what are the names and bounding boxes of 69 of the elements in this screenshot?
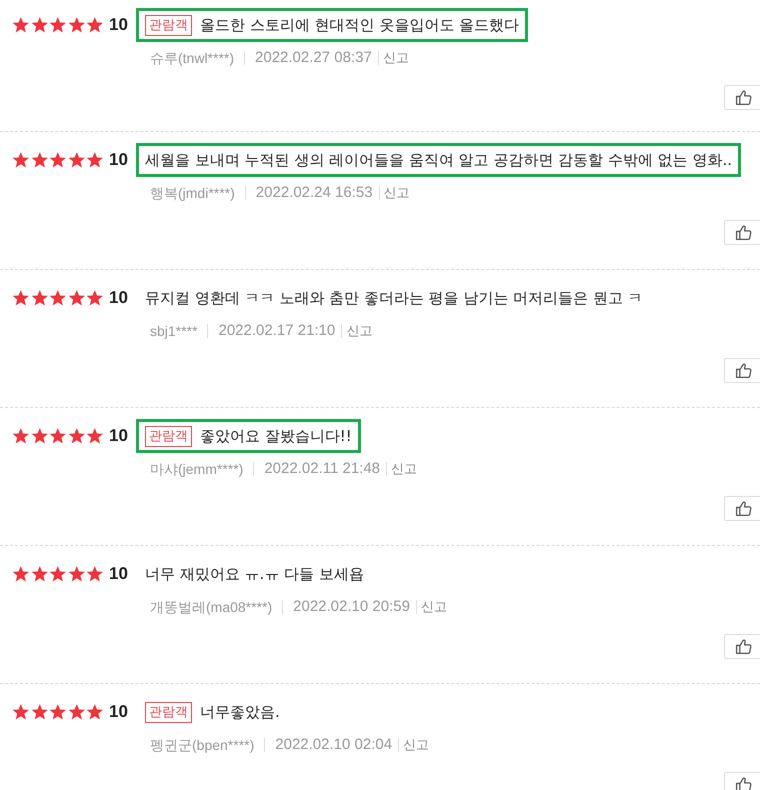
review-date: 2022.02.17 21:10 [208, 324, 342, 338]
thumbs-up-icon [735, 89, 752, 106]
star-icon [30, 151, 48, 169]
star-icon [86, 151, 104, 169]
thumbs-up-icon [735, 224, 752, 241]
score: 10 [109, 426, 129, 446]
star-icon [49, 565, 67, 583]
review-text: 올드한 스토리에 현대적인 옷을입어도 올드했다 [200, 15, 520, 36]
user-name: 마샤(jemm****) [150, 462, 254, 476]
star-icon [68, 151, 86, 169]
star-icon [12, 16, 30, 34]
review-date: 2022.02.10 20:59 [283, 600, 417, 614]
star-icon [49, 703, 67, 721]
star-icon [86, 289, 104, 307]
thumbs-up-icon [735, 362, 752, 379]
star-icon [30, 565, 48, 583]
star-icon [12, 565, 30, 583]
report-link[interactable]: 신고 [378, 49, 409, 67]
star-icon [68, 703, 86, 721]
user-name: 슈루(tnwl****) [150, 51, 246, 65]
star-icon [68, 565, 86, 583]
review-date: 2022.02.27 08:37 [245, 51, 379, 65]
audience-badge: 관람객 [145, 426, 192, 446]
review-text: 뮤지컬 영환데 ㅋㅋ 노래와 춤만 좋더라는 평을 남기는 머저리들은 뭔고 ㅋ [145, 288, 643, 309]
thumbs-up-icon [735, 500, 752, 517]
review-date: 2022.02.11 21:48 [254, 462, 388, 476]
user-name: 행복(jmdi****) [150, 186, 246, 200]
star-icon [86, 565, 104, 583]
score: 10 [109, 15, 129, 35]
star-icon [30, 427, 48, 445]
star-icon [86, 427, 104, 445]
user-name: sbj1**** [150, 324, 208, 338]
star-icon [86, 16, 104, 34]
report-link[interactable]: 신고 [380, 184, 410, 202]
star-icon [30, 703, 48, 721]
review-date: 2022.02.10 02:04 [265, 738, 400, 752]
star-icon [49, 16, 67, 34]
thumbs-up-icon [735, 776, 752, 790]
thumbs-up-icon [735, 638, 752, 655]
review-text: 세월을 보내며 누적된 생의 레이어들을 움직여 알고 공감하면 감동할 수밖에 없는 영화.. [145, 150, 732, 171]
score: 10 [109, 288, 129, 308]
score: 10 [109, 702, 129, 722]
user-name: 개똥벌레(ma08****) [150, 600, 284, 614]
star-icon [68, 16, 86, 34]
report-link[interactable]: 신고 [416, 598, 447, 616]
star-icon [30, 289, 48, 307]
star-icon [68, 289, 86, 307]
star-icon [30, 16, 48, 34]
review-text: 좋았어요 잘봤습니다!! [200, 426, 352, 447]
star-icon [12, 703, 30, 721]
star-icon [49, 427, 67, 445]
score: 10 [109, 150, 129, 170]
review-text: 너무 재밌어요 ㅠ.ㅠ 다들 보세욥 [145, 564, 364, 585]
report-link[interactable]: 신고 [342, 322, 372, 340]
review-text: 너무좋았음. [200, 702, 280, 723]
report-link[interactable]: 신고 [387, 460, 418, 478]
report-link[interactable]: 신고 [399, 736, 430, 754]
score: 10 [109, 564, 129, 584]
star-icon [12, 151, 30, 169]
star-icon [86, 703, 104, 721]
star-icon [68, 427, 86, 445]
star-icon [12, 289, 30, 307]
audience-badge: 관람객 [145, 14, 192, 36]
star-icon [49, 289, 67, 307]
review-date: 2022.02.24 16:53 [246, 186, 380, 200]
user-name: 펭귄군(bpen****) [150, 738, 266, 752]
star-icon [12, 427, 30, 445]
star-icon [49, 151, 67, 169]
audience-badge: 관람객 [145, 702, 192, 722]
